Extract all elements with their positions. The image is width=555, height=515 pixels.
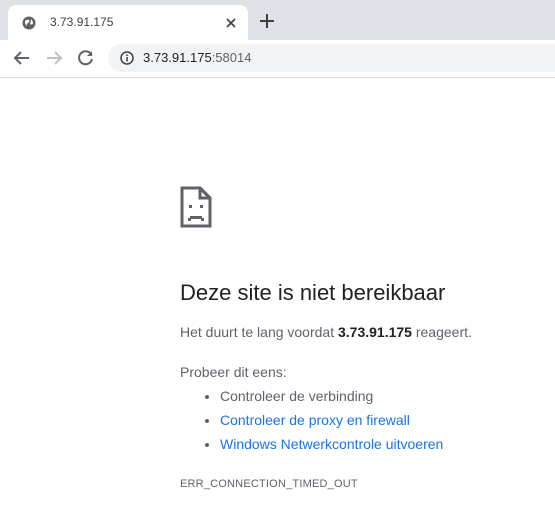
error-summary: Het duurt te lang voordat 3.73.91.175 re…: [180, 324, 472, 340]
close-icon[interactable]: [224, 16, 238, 30]
forward-icon[interactable]: [45, 49, 63, 67]
summary-suffix: reageert.: [411, 324, 472, 340]
tab-active[interactable]: 3.73.91.175: [8, 5, 248, 40]
suggestion-network-diagnostics-link[interactable]: Windows Netwerkcontrole uitvoeren: [220, 436, 443, 452]
suggestion-check-connection: Controleer de verbinding: [220, 388, 374, 404]
sad-page-icon: [180, 186, 212, 228]
error-headline: Deze site is niet bereikbaar: [180, 280, 446, 305]
list-item: Controleer de verbinding: [220, 386, 443, 410]
url-host: 3.73.91.175: [143, 50, 212, 65]
suggestion-check-proxy-link[interactable]: Controleer de proxy en firewall: [220, 412, 410, 428]
back-icon[interactable]: [13, 49, 31, 67]
suggestions-heading: Probeer dit eens:: [180, 364, 287, 380]
address-bar[interactable]: 3.73.91.175:58014: [108, 44, 555, 72]
globe-icon: [22, 16, 36, 30]
tab-title: 3.73.91.175: [50, 15, 114, 29]
toolbar: 3.73.91.175:58014: [0, 40, 555, 78]
url-port: :58014: [211, 50, 252, 65]
list-item: Windows Netwerkcontrole uitvoeren: [220, 434, 443, 458]
reload-icon[interactable]: [77, 49, 95, 67]
error-code: ERR_CONNECTION_TIMED_OUT: [180, 478, 358, 490]
url-text[interactable]: 3.73.91.175:58014: [143, 50, 251, 65]
info-icon[interactable]: [120, 51, 134, 65]
summary-prefix: Het duurt te lang voordat: [180, 324, 338, 340]
list-item: Controleer de proxy en firewall: [220, 410, 443, 434]
summary-host: 3.73.91.175: [338, 324, 412, 340]
suggestions-list: Controleer de verbinding Controleer de p…: [180, 386, 443, 458]
tab-strip: 3.73.91.175: [0, 0, 555, 40]
new-tab-icon[interactable]: [258, 12, 276, 30]
